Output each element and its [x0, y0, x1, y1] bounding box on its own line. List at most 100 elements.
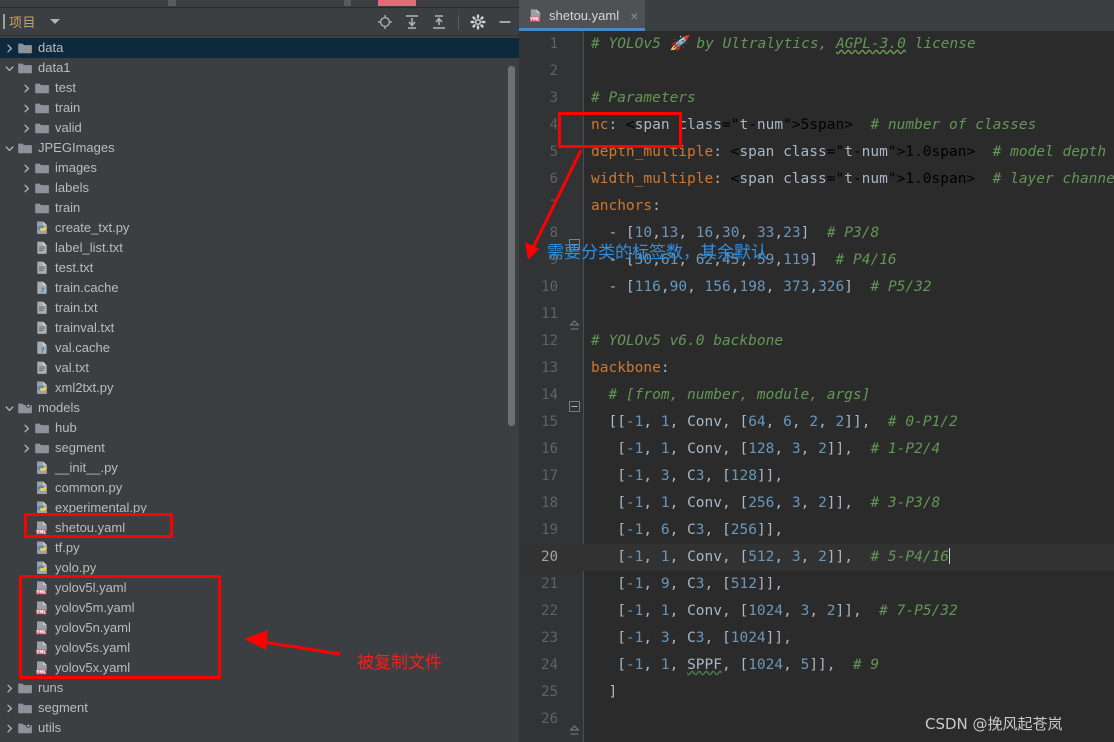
code-line-11[interactable]: 11	[519, 301, 1114, 328]
code-line-4[interactable]: 4 nc: <span class="t-num">5span> # number…	[519, 112, 1114, 139]
tree-item-experimental-py[interactable]: experimental.py	[0, 498, 519, 518]
chevron-down-icon[interactable]	[4, 403, 15, 414]
tree-item-yolo-py[interactable]: yolo.py	[0, 558, 519, 578]
chevron-right-icon[interactable]	[4, 683, 15, 694]
tree-item-data1[interactable]: data1	[0, 58, 519, 78]
fold-marker-anchors[interactable]	[569, 237, 580, 250]
chevron-down-icon[interactable]	[50, 19, 61, 24]
tab-shetou-yaml[interactable]: YML shetou.yaml ×	[519, 0, 646, 31]
tree-item-common-py[interactable]: common.py	[0, 478, 519, 498]
tree-item-segment[interactable]: segment	[0, 698, 519, 718]
code-line-13[interactable]: 13 backbone:	[519, 355, 1114, 382]
chevron-right-icon[interactable]	[21, 443, 32, 454]
tree-item-yolov5s-yaml[interactable]: YML yolov5s.yaml	[0, 638, 519, 658]
project-file-tree[interactable]: data data1 test train valid JPEGImages images l…	[0, 36, 519, 742]
chevron-right-icon[interactable]	[21, 103, 32, 114]
chevron-right-icon[interactable]	[4, 703, 15, 714]
fold-end-anchors[interactable]	[569, 318, 580, 330]
python-icon	[34, 460, 50, 476]
tree-item-yolov5n-yaml[interactable]: YML yolov5n.yaml	[0, 618, 519, 638]
chevron-right-icon[interactable]	[4, 723, 15, 734]
tree-item-val-txt[interactable]: val.txt	[0, 358, 519, 378]
ide-window: 项目 data data1 test train valid JPEGImage…	[0, 0, 1114, 742]
line-content: width_multiple: <span class="t-num">1.0s…	[591, 171, 1114, 187]
tree-item-train[interactable]: train	[0, 198, 519, 218]
code-line-2[interactable]: 2	[519, 58, 1114, 85]
tree-item-label-list-txt[interactable]: label_list.txt	[0, 238, 519, 258]
fold-marker-backbone[interactable]	[569, 399, 580, 412]
code-line-7[interactable]: 7 anchors:	[519, 193, 1114, 220]
tree-item-valid[interactable]: valid	[0, 118, 519, 138]
code-line-16[interactable]: 16 [-1, 1, Conv, [128, 3, 2]], # 1-P2/4	[519, 436, 1114, 463]
tree-item-train-cache[interactable]: ? train.cache	[0, 278, 519, 298]
code-line-17[interactable]: 17 [-1, 3, C3, [128]],	[519, 463, 1114, 490]
tree-item-test-txt[interactable]: test.txt	[0, 258, 519, 278]
tree-item-shetou-yaml[interactable]: YML shetou.yaml	[0, 518, 519, 538]
code-line-21[interactable]: 21 [-1, 9, C3, [512]],	[519, 571, 1114, 598]
tree-item-models[interactable]: models	[0, 398, 519, 418]
project-tree-scrollbar[interactable]	[508, 66, 515, 426]
chevron-right-icon[interactable]	[21, 163, 32, 174]
tree-item-train-txt[interactable]: train.txt	[0, 298, 519, 318]
tree-item-images[interactable]: images	[0, 158, 519, 178]
tree-item-init-py[interactable]: __init__.py	[0, 458, 519, 478]
minimize-icon[interactable]	[497, 14, 513, 30]
code-line-19[interactable]: 19 [-1, 6, C3, [256]],	[519, 517, 1114, 544]
tree-item-data[interactable]: data	[0, 38, 519, 58]
chevron-right-icon[interactable]	[21, 183, 32, 194]
tree-item-utils[interactable]: utils	[0, 718, 519, 738]
toolbar-divider	[458, 14, 459, 30]
chevron-right-icon[interactable]	[21, 83, 32, 94]
tree-item-label: yolov5s.yaml	[55, 640, 131, 655]
chevron-down-icon[interactable]	[4, 63, 15, 74]
tree-item-test[interactable]: test	[0, 78, 519, 98]
tree-item-trainval-txt[interactable]: trainval.txt	[0, 318, 519, 338]
code-line-22[interactable]: 22 [-1, 1, Conv, [1024, 3, 2]], # 7-P5/3…	[519, 598, 1114, 625]
chevron-down-icon[interactable]	[4, 143, 15, 154]
tree-item-yolov5l-yaml[interactable]: YML yolov5l.yaml	[0, 578, 519, 598]
close-icon[interactable]: ×	[630, 9, 638, 23]
tree-item-train[interactable]: train	[0, 98, 519, 118]
chevron-right-icon[interactable]	[4, 43, 15, 54]
code-line-5[interactable]: 5 depth_multiple: <span class="t-num">1.0…	[519, 139, 1114, 166]
gear-icon[interactable]	[470, 14, 486, 30]
code-line-10[interactable]: 10 - [116,90, 156,198, 373,326] # P5/32	[519, 274, 1114, 301]
code-line-14[interactable]: 14 # [from, number, module, args]	[519, 382, 1114, 409]
tree-item-jpegimages[interactable]: JPEGImages	[0, 138, 519, 158]
tree-item-yolov5x-yaml[interactable]: YML yolov5x.yaml	[0, 658, 519, 678]
code-line-18[interactable]: 18 [-1, 1, Conv, [256, 3, 2]], # 3-P3/8	[519, 490, 1114, 517]
code-line-1[interactable]: 1 # YOLOv5 🚀 by Ultralytics, AGPL-3.0 lic…	[519, 31, 1114, 58]
tree-item-tf-py[interactable]: tf.py	[0, 538, 519, 558]
tree-item-label: utils	[38, 720, 62, 735]
tree-item-label: valid	[55, 120, 82, 135]
locate-icon[interactable]	[377, 14, 393, 30]
chevron-right-icon[interactable]	[21, 423, 32, 434]
code-line-26[interactable]: 26	[519, 706, 1114, 733]
code-line-9[interactable]: 9 - [30,61, 62,45, 59,119] # P4/16	[519, 247, 1114, 274]
tree-item-runs[interactable]: runs	[0, 678, 519, 698]
tree-item-labels[interactable]: labels	[0, 178, 519, 198]
chevron-right-icon[interactable]	[21, 123, 32, 134]
tree-item-label: labels	[55, 180, 89, 195]
tree-item-segment[interactable]: segment	[0, 438, 519, 458]
fold-end-backbone[interactable]	[569, 723, 580, 735]
code-line-25[interactable]: 25 ]	[519, 679, 1114, 706]
code-viewport[interactable]: 1 # YOLOv5 🚀 by Ultralytics, AGPL-3.0 lic…	[519, 31, 1114, 742]
collapse-all-icon[interactable]	[431, 14, 447, 30]
code-line-12[interactable]: 12 # YOLOv5 v6.0 backbone	[519, 328, 1114, 355]
code-line-24[interactable]: 24 [-1, 1, SPPF, [1024, 5]], # 9	[519, 652, 1114, 679]
code-line-8[interactable]: 8 - [10,13, 16,30, 33,23] # P3/8	[519, 220, 1114, 247]
code-line-6[interactable]: 6 width_multiple: <span class="t-num">1.0…	[519, 166, 1114, 193]
project-title-group[interactable]: 项目	[0, 12, 61, 31]
code-line-15[interactable]: 15 [[-1, 1, Conv, [64, 6, 2, 2]], # 0-P1…	[519, 409, 1114, 436]
tree-item-xml2txt-py[interactable]: xml2txt.py	[0, 378, 519, 398]
code-line-20[interactable]: 20 [-1, 1, Conv, [512, 3, 2]], # 5-P4/16	[519, 544, 1114, 571]
tree-item-create-txt-py[interactable]: create_txt.py	[0, 218, 519, 238]
code-line-3[interactable]: 3 # Parameters	[519, 85, 1114, 112]
tree-item-hub[interactable]: hub	[0, 418, 519, 438]
tree-item-val-cache[interactable]: ? val.cache	[0, 338, 519, 358]
expand-all-icon[interactable]	[404, 14, 420, 30]
code-line-23[interactable]: 23 [-1, 3, C3, [1024]],	[519, 625, 1114, 652]
line-content: - [10,13, 16,30, 33,23] # P3/8	[591, 225, 880, 241]
tree-item-yolov5m-yaml[interactable]: YML yolov5m.yaml	[0, 598, 519, 618]
